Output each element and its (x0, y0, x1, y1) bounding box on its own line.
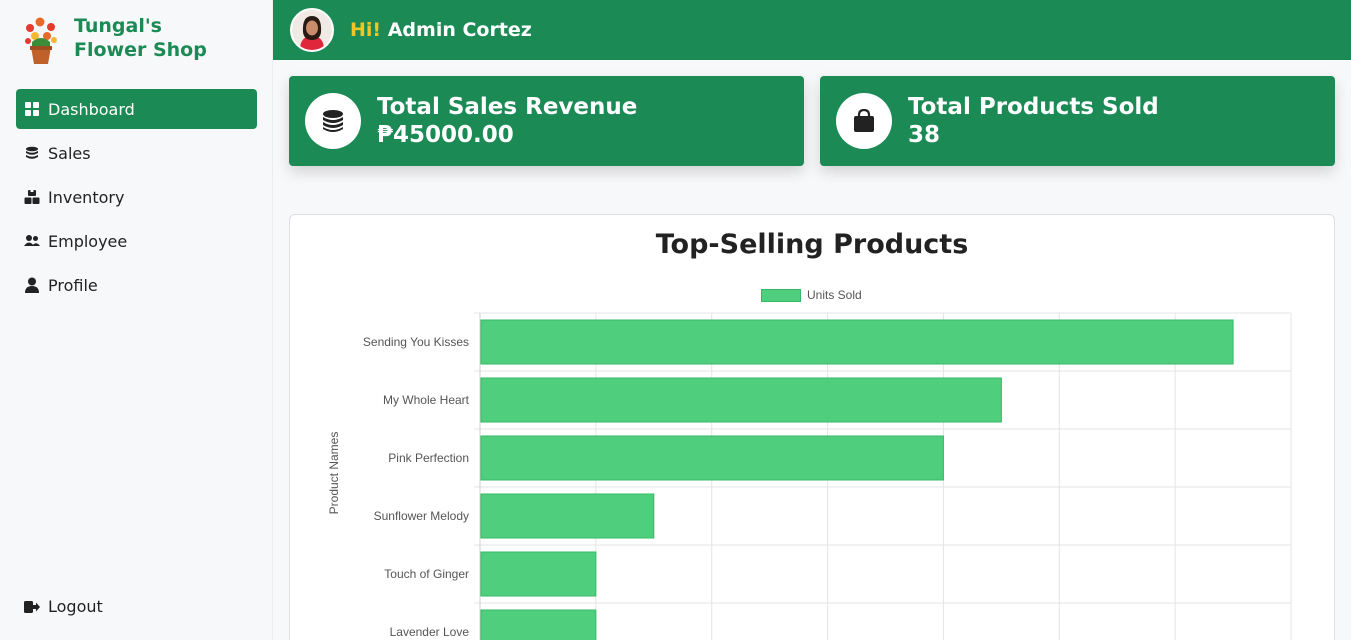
shopping-bag-icon (836, 93, 892, 149)
flower-pot-logo-icon (22, 14, 60, 66)
sidebar-item-inventory[interactable]: Inventory (16, 177, 257, 217)
coins-icon (24, 145, 40, 161)
user-icon (24, 277, 40, 293)
bar (480, 551, 597, 597)
total-sales-revenue-card: Total Sales Revenue ₱45000.00 (289, 76, 804, 166)
top-selling-products-panel: Top-Selling Products Units Sold Sending … (289, 214, 1335, 640)
boxes-icon (24, 189, 40, 205)
grid-icon (24, 101, 40, 117)
y-tick-label: Sunflower Melody (374, 509, 469, 523)
y-tick-label: Sending You Kisses (363, 335, 469, 349)
bar (480, 493, 655, 539)
card-title: Total Products Sold (908, 94, 1159, 120)
y-tick-label: My Whole Heart (383, 393, 470, 407)
users-icon (24, 233, 40, 249)
logout-button[interactable]: Logout (24, 597, 103, 616)
sidebar-item-label: Sales (48, 143, 91, 163)
sidebar: Tungal's Flower Shop Dashboard Sales Inv… (0, 0, 273, 640)
y-tick-label: Touch of Ginger (384, 567, 469, 581)
sidebar-item-label: Dashboard (48, 99, 135, 119)
user-name: Admin Cortez (387, 19, 532, 41)
sidebar-item-sales[interactable]: Sales (16, 133, 257, 173)
brand-name: Tungal's Flower Shop (74, 15, 207, 61)
bar-chart: Sending You Kisses My Whole Heart Pink Per… (327, 312, 1292, 640)
sidebar-nav: Dashboard Sales Inventory Employee Profi… (16, 89, 257, 309)
sidebar-item-label: Inventory (48, 187, 125, 207)
card-title: Total Sales Revenue (377, 94, 638, 120)
sidebar-item-label: Profile (48, 275, 98, 295)
bar (480, 435, 944, 481)
sidebar-item-employee[interactable]: Employee (16, 221, 257, 261)
brand[interactable]: Tungal's Flower Shop (22, 14, 207, 66)
card-value: 38 (908, 122, 941, 148)
greeting-hi: Hi! (350, 19, 382, 41)
top-header: Hi! Admin Cortez (273, 0, 1351, 60)
total-products-sold-card: Total Products Sold 38 (820, 76, 1335, 166)
logout-label: Logout (48, 597, 103, 616)
bar (480, 319, 1234, 365)
sidebar-item-dashboard[interactable]: Dashboard (16, 89, 257, 129)
coins-icon (305, 93, 361, 149)
sidebar-item-label: Employee (48, 231, 128, 251)
logout-icon (24, 599, 40, 615)
y-axis-title: Product Names (327, 432, 341, 515)
avatar[interactable] (290, 8, 334, 52)
y-tick-label: Pink Perfection (388, 451, 469, 465)
sidebar-item-profile[interactable]: Profile (16, 265, 257, 305)
y-tick-label: Lavender Love (390, 625, 470, 639)
greeting: Hi! Admin Cortez (350, 19, 532, 41)
bar (480, 609, 597, 640)
bar (480, 377, 1002, 423)
card-value: ₱45000.00 (377, 122, 514, 148)
